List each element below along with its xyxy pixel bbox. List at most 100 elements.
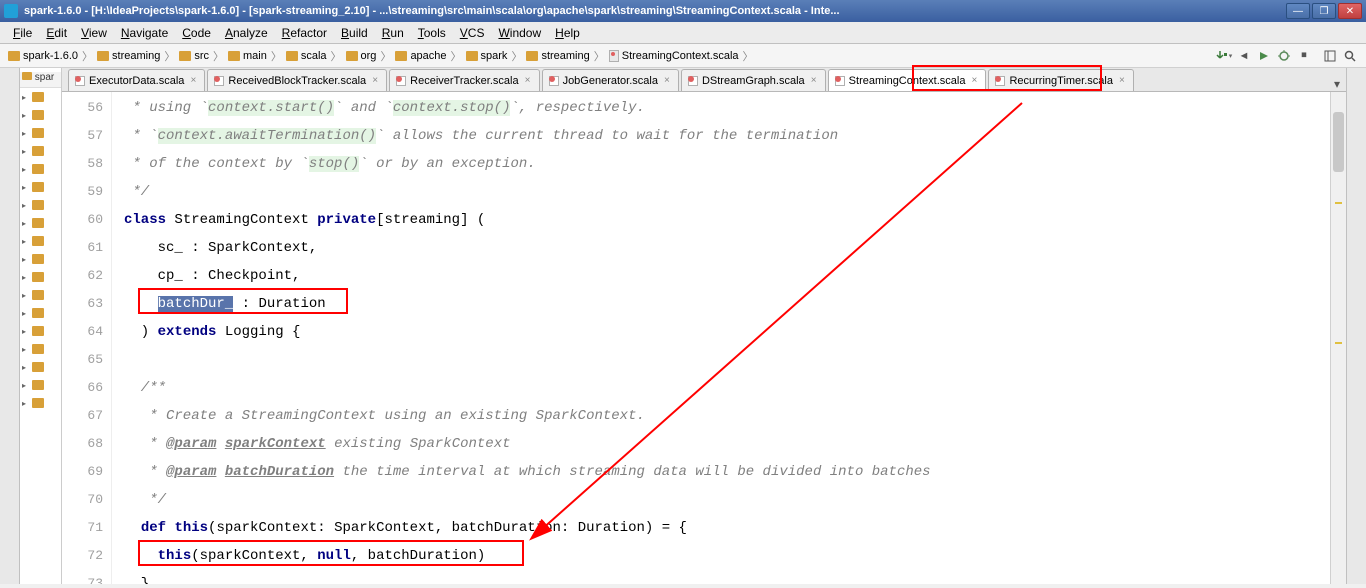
menu-navigate[interactable]: Navigate bbox=[114, 24, 175, 42]
tab-close-button[interactable]: × bbox=[969, 76, 979, 86]
tab-jobgenerator-scala[interactable]: JobGenerator.scala× bbox=[542, 69, 679, 91]
tab-close-button[interactable]: × bbox=[523, 76, 533, 86]
tab-dstreamgraph-scala[interactable]: DStreamGraph.scala× bbox=[681, 69, 826, 91]
breadcrumb-streamingcontext-scala[interactable]: StreamingContext.scala bbox=[607, 50, 741, 62]
code-line-69[interactable]: * @param batchDuration the time interval… bbox=[124, 458, 1346, 486]
code-line-62[interactable]: cp_ : Checkpoint, bbox=[124, 262, 1346, 290]
code-line-57[interactable]: * `context.awaitTermination()` allows th… bbox=[124, 122, 1346, 150]
code-line-61[interactable]: sc_ : SparkContext, bbox=[124, 234, 1346, 262]
breadcrumb-spark-1-6-0[interactable]: spark-1.6.0 bbox=[6, 50, 80, 62]
folder-icon bbox=[32, 164, 44, 174]
folder-icon bbox=[32, 128, 44, 138]
tab-receivertracker-scala[interactable]: ReceiverTracker.scala× bbox=[389, 69, 539, 91]
project-structure-button[interactable] bbox=[1321, 47, 1339, 65]
code-line-68[interactable]: * @param sparkContext existing SparkCont… bbox=[124, 430, 1346, 458]
code-line-66[interactable]: /** bbox=[124, 374, 1346, 402]
tab-executordata-scala[interactable]: ExecutorData.scala× bbox=[68, 69, 205, 91]
project-tree-row[interactable]: ▸ bbox=[20, 250, 61, 268]
breadcrumb-label: streaming bbox=[112, 50, 160, 62]
line-number: 72 bbox=[62, 542, 103, 570]
line-number: 69 bbox=[62, 458, 103, 486]
code-line-60[interactable]: class StreamingContext private[streaming… bbox=[124, 206, 1346, 234]
project-tree-row[interactable]: ▸ bbox=[20, 232, 61, 250]
vertical-scrollbar[interactable] bbox=[1330, 92, 1346, 584]
code-line-65[interactable] bbox=[124, 346, 1346, 374]
tab-close-button[interactable]: × bbox=[370, 76, 380, 86]
minimize-button[interactable]: — bbox=[1286, 3, 1310, 19]
stop-button[interactable]: ⏹ bbox=[1295, 47, 1313, 65]
breadcrumb-apache[interactable]: apache bbox=[393, 50, 448, 62]
menu-window[interactable]: Window bbox=[491, 24, 548, 42]
close-button[interactable]: ✕ bbox=[1338, 3, 1362, 19]
project-tree-row[interactable]: ▸ bbox=[20, 88, 61, 106]
breadcrumb-streaming[interactable]: streaming bbox=[524, 50, 591, 62]
tab-streamingcontext-scala[interactable]: StreamingContext.scala× bbox=[828, 69, 987, 91]
code-editor[interactable]: 565758596061626364656667686970717273 * u… bbox=[62, 92, 1346, 584]
search-button[interactable] bbox=[1341, 47, 1359, 65]
code-line-56[interactable]: * using `context.start()` and `context.s… bbox=[124, 94, 1346, 122]
breadcrumb-separator: 〉 bbox=[449, 48, 464, 64]
code-line-63[interactable]: batchDur_ : Duration bbox=[124, 290, 1346, 318]
project-tree-row[interactable]: ▸ bbox=[20, 340, 61, 358]
line-number: 63 bbox=[62, 290, 103, 318]
menu-file[interactable]: File bbox=[6, 24, 39, 42]
project-tree-row[interactable]: ▸ bbox=[20, 178, 61, 196]
breadcrumb-spark[interactable]: spark bbox=[464, 50, 510, 62]
tab-close-button[interactable]: × bbox=[188, 76, 198, 86]
project-tree-row[interactable]: ▸ bbox=[20, 268, 61, 286]
project-tree-row[interactable]: ▸ bbox=[20, 106, 61, 124]
breadcrumb-src[interactable]: src bbox=[177, 50, 211, 62]
debug-button[interactable] bbox=[1275, 47, 1293, 65]
tab-close-button[interactable]: × bbox=[809, 76, 819, 86]
breadcrumb-main[interactable]: main bbox=[226, 50, 269, 62]
tabs-overflow-button[interactable]: ▾ bbox=[1328, 77, 1346, 91]
tab-close-button[interactable]: × bbox=[1117, 76, 1127, 86]
menu-edit[interactable]: Edit bbox=[39, 24, 74, 42]
code-line-67[interactable]: * Create a StreamingContext using an exi… bbox=[124, 402, 1346, 430]
project-tree-row[interactable]: ▸ bbox=[20, 304, 61, 322]
menu-build[interactable]: Build bbox=[334, 24, 375, 42]
project-tree-row[interactable]: ▸ bbox=[20, 124, 61, 142]
folder-icon bbox=[286, 51, 298, 61]
folder-icon bbox=[32, 110, 44, 120]
menu-refactor[interactable]: Refactor bbox=[275, 24, 334, 42]
code-line-71[interactable]: def this(sparkContext: SparkContext, bat… bbox=[124, 514, 1346, 542]
run-button[interactable] bbox=[1255, 47, 1273, 65]
project-tree-row[interactable]: ▸ bbox=[20, 376, 61, 394]
tab-recurringtimer-scala[interactable]: RecurringTimer.scala× bbox=[988, 69, 1134, 91]
back-button[interactable]: ◄ bbox=[1235, 47, 1253, 65]
breadcrumb-org[interactable]: org bbox=[344, 50, 379, 62]
menu-run[interactable]: Run bbox=[375, 24, 411, 42]
code-line-72[interactable]: this(sparkContext, null, batchDuration) bbox=[124, 542, 1346, 570]
code-line-58[interactable]: * of the context by `stop()` or by an ex… bbox=[124, 150, 1346, 178]
project-tree-row[interactable]: ▸ bbox=[20, 358, 61, 376]
project-tree-row[interactable]: ▸ bbox=[20, 196, 61, 214]
scrollbar-thumb[interactable] bbox=[1333, 112, 1344, 172]
menu-view[interactable]: View bbox=[74, 24, 114, 42]
breadcrumb-scala[interactable]: scala bbox=[284, 50, 329, 62]
project-tree-row[interactable]: ▸ bbox=[20, 214, 61, 232]
project-tree-row[interactable]: ▸ bbox=[20, 322, 61, 340]
menu-tools[interactable]: Tools bbox=[411, 24, 453, 42]
code-content[interactable]: * using `context.start()` and `context.s… bbox=[112, 92, 1346, 584]
breadcrumb-streaming[interactable]: streaming bbox=[95, 50, 162, 62]
project-tree-row[interactable]: ▸ bbox=[20, 394, 61, 412]
line-number: 64 bbox=[62, 318, 103, 346]
maximize-button[interactable]: ❐ bbox=[1312, 3, 1336, 19]
menu-help[interactable]: Help bbox=[548, 24, 587, 42]
code-line-73[interactable]: } bbox=[124, 570, 1346, 584]
tab-close-button[interactable]: × bbox=[662, 76, 672, 86]
code-line-64[interactable]: ) extends Logging { bbox=[124, 318, 1346, 346]
code-line-70[interactable]: */ bbox=[124, 486, 1346, 514]
project-tree-row[interactable]: ▸ bbox=[20, 160, 61, 178]
menu-vcs[interactable]: VCS bbox=[453, 24, 492, 42]
project-tree-row[interactable]: ▸ bbox=[20, 142, 61, 160]
menu-analyze[interactable]: Analyze bbox=[218, 24, 275, 42]
tab-receivedblocktracker-scala[interactable]: ReceivedBlockTracker.scala× bbox=[207, 69, 387, 91]
project-tree-row[interactable]: ▸ bbox=[20, 286, 61, 304]
checkout-icon[interactable] bbox=[1215, 47, 1233, 65]
code-line-59[interactable]: */ bbox=[124, 178, 1346, 206]
project-panel[interactable]: spar ▸▸▸▸▸▸▸▸▸▸▸▸▸▸▸▸▸▸ bbox=[20, 68, 62, 584]
menu-code[interactable]: Code bbox=[175, 24, 218, 42]
left-tool-stripe bbox=[0, 68, 20, 584]
